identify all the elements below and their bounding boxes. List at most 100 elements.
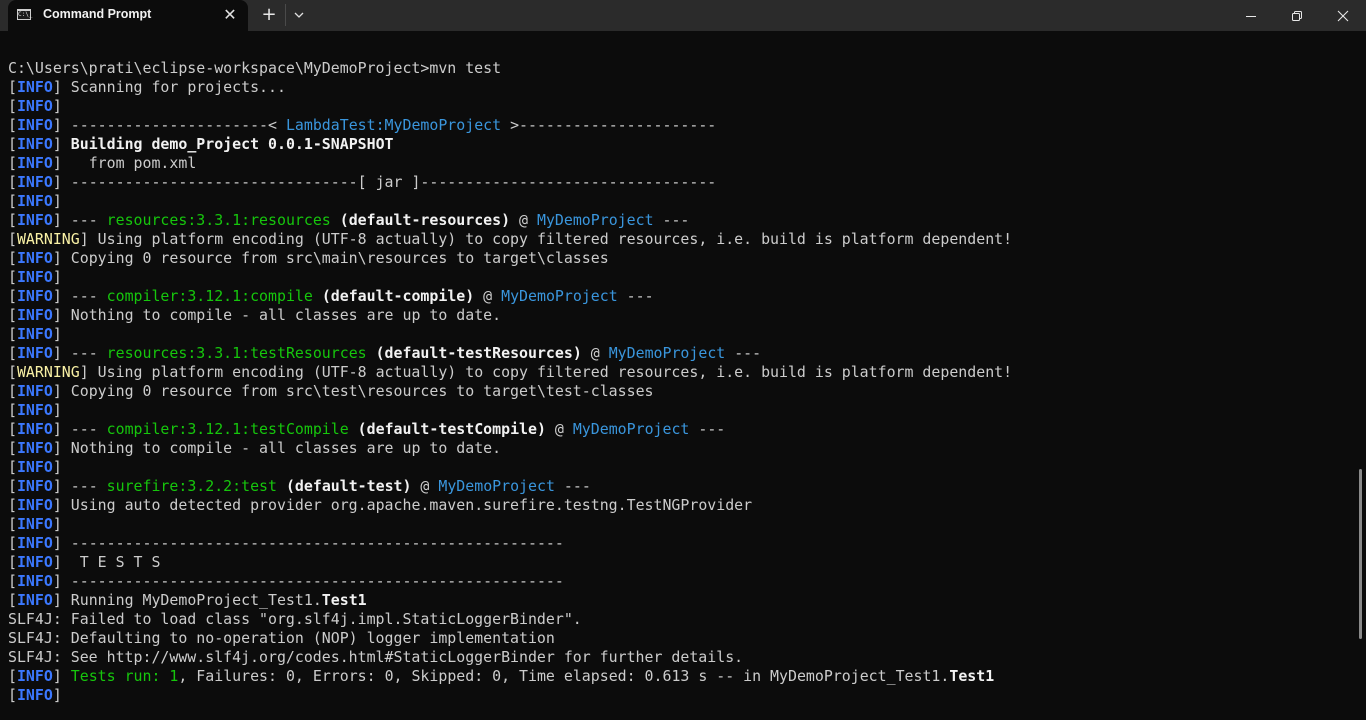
output-text: ] — [52, 686, 62, 704]
plugin-goal: surefire:3.2.2:test — [106, 477, 277, 495]
terminal-line: [WARNING] Using platform encoding (UTF-8… — [8, 230, 1353, 249]
terminal-output[interactable]: C:\Users\prati\eclipse-workspace\MyDemoP… — [8, 59, 1353, 720]
output-text: ] --- — [52, 211, 107, 229]
close-window-button[interactable] — [1320, 0, 1366, 31]
project-name: MyDemoProject — [608, 344, 726, 362]
log-level-info: INFO — [16, 572, 53, 590]
output-text: ] — [52, 401, 62, 419]
output-text: C:\Users\prati\eclipse-workspace\MyDemoP… — [8, 59, 502, 77]
terminal-line: [INFO] --- resources:3.3.1:testResources… — [8, 344, 1353, 363]
minimize-button[interactable] — [1228, 0, 1274, 31]
output-text: --- — [554, 477, 591, 495]
output-text: ] --------------------------------------… — [52, 534, 564, 552]
output-text: SLF4J: Failed to load class "org.slf4j.i… — [8, 610, 582, 628]
output-text: [ — [8, 477, 17, 495]
log-level-info: INFO — [16, 116, 53, 134]
bold-text: Test1 — [949, 667, 995, 685]
log-level-info: INFO — [16, 477, 53, 495]
terminal-line: [INFO] from pom.xml — [8, 154, 1353, 173]
output-text: [ — [8, 249, 17, 267]
output-text: [ — [8, 439, 17, 457]
output-text: SLF4J: Defaulting to no-operation (NOP) … — [8, 629, 555, 647]
log-level-info: INFO — [16, 154, 53, 172]
terminal-line: [INFO] Copying 0 resource from src\test\… — [8, 382, 1353, 401]
log-level-info: INFO — [16, 667, 53, 685]
bold-text: (default-resources) — [339, 211, 511, 229]
log-level-info: INFO — [16, 553, 53, 571]
tab-dropdown-button[interactable] — [289, 4, 309, 26]
log-level-info: INFO — [16, 534, 53, 552]
terminal-line: [INFO] — [8, 325, 1353, 344]
bold-text: (default-testCompile) — [357, 420, 546, 438]
terminal-line: [INFO] Building demo_Project 0.0.1-SNAPS… — [8, 135, 1353, 154]
log-level-info: INFO — [16, 401, 53, 419]
output-text: ] — [52, 515, 62, 533]
terminal-line: [INFO] Scanning for projects... — [8, 78, 1353, 97]
output-text: ] --------------------------------------… — [52, 572, 564, 590]
output-text: ] Copying 0 resource from src\test\resou… — [52, 382, 654, 400]
log-level-info: INFO — [16, 439, 53, 457]
log-level-warning: WARNING — [16, 230, 80, 248]
output-text: [ — [8, 591, 17, 609]
output-text: [ — [8, 268, 17, 286]
output-text: ] — [52, 135, 71, 153]
output-text: [ — [8, 382, 17, 400]
terminal-line: [INFO] — [8, 515, 1353, 534]
log-level-info: INFO — [16, 135, 53, 153]
output-text: [ — [8, 686, 17, 704]
output-text: [ — [8, 496, 17, 514]
terminal-line: [INFO] --- resources:3.3.1:resources (de… — [8, 211, 1353, 230]
log-level-info: INFO — [16, 325, 53, 343]
output-text: --- — [689, 420, 726, 438]
terminal-line: [INFO] --------------------------------[… — [8, 173, 1353, 192]
tab-divider — [285, 4, 286, 26]
output-text: ] --- — [52, 477, 107, 495]
log-level-info: INFO — [16, 458, 53, 476]
output-text: [ — [8, 154, 17, 172]
terminal-line: [INFO] Nothing to compile - all classes … — [8, 306, 1353, 325]
log-level-info: INFO — [16, 686, 53, 704]
scrollbar[interactable] — [1356, 31, 1366, 720]
output-text: [ — [8, 572, 17, 590]
close-tab-icon[interactable]: ✕ — [220, 5, 240, 25]
tab-command-prompt[interactable]: C:\_ Command Prompt ✕ — [8, 0, 248, 31]
output-text: [ — [8, 211, 17, 229]
terminal-line: SLF4J: Failed to load class "org.slf4j.i… — [8, 610, 1353, 629]
output-text: [ — [8, 287, 17, 305]
log-level-info: INFO — [16, 268, 53, 286]
terminal-line: [INFO] — [8, 268, 1353, 287]
log-level-info: INFO — [16, 211, 53, 229]
output-text: @ — [545, 420, 573, 438]
log-level-info: INFO — [16, 249, 53, 267]
terminal-line: [INFO] Copying 0 resource from src\main\… — [8, 249, 1353, 268]
bold-text: (default-testResources) — [375, 344, 582, 362]
output-text: ] Running MyDemoProject_Test1. — [52, 591, 322, 609]
output-text: ] --------------------------------[ jar … — [52, 173, 717, 191]
output-text: ] Using platform encoding (UTF-8 actuall… — [79, 230, 1013, 248]
terminal-line: SLF4J: Defaulting to no-operation (NOP) … — [8, 629, 1353, 648]
restore-button[interactable] — [1274, 0, 1320, 31]
log-level-info: INFO — [16, 496, 53, 514]
cmd-icon: C:\_ — [17, 9, 33, 20]
output-text: [ — [8, 515, 17, 533]
terminal-line: [INFO] ---------------------------------… — [8, 534, 1353, 553]
new-tab-button[interactable]: + — [258, 4, 280, 26]
scrollbar-thumb[interactable] — [1359, 469, 1362, 639]
output-text: ] T E S T S — [52, 553, 161, 571]
bold-text: (default-test) — [285, 477, 412, 495]
log-level-info: INFO — [16, 515, 53, 533]
output-text: [ — [8, 458, 17, 476]
output-text: ] Nothing to compile - all classes are u… — [52, 439, 502, 457]
plugin-goal: resources:3.3.1:testResources — [106, 344, 367, 362]
output-text: [ — [8, 173, 17, 191]
terminal-line: [INFO] — [8, 97, 1353, 116]
restore-icon — [1292, 10, 1302, 21]
terminal-line: [INFO] ---------------------------------… — [8, 572, 1353, 591]
terminal-line: [INFO] Using auto detected provider org.… — [8, 496, 1353, 515]
log-level-info: INFO — [16, 306, 53, 324]
output-text: SLF4J: See http://www.slf4j.org/codes.ht… — [8, 648, 744, 666]
project-name: MyDemoProject — [536, 211, 654, 229]
output-text: ] ----------------------< — [52, 116, 286, 134]
